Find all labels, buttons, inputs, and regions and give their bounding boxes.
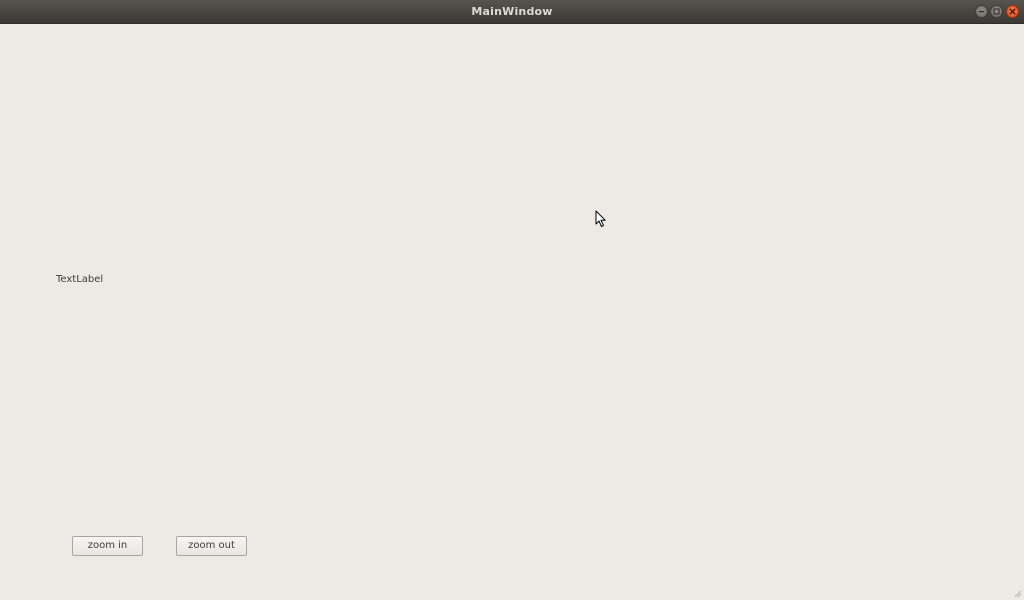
close-icon — [1009, 8, 1016, 15]
window-title: MainWindow — [471, 5, 553, 18]
maximize-icon — [993, 8, 1000, 15]
minimize-icon — [979, 11, 984, 13]
zoom-in-button[interactable]: zoom in — [72, 536, 143, 556]
maximize-button[interactable] — [990, 5, 1003, 18]
main-window: MainWindow TextLabel zoom in zoom out — [0, 0, 1024, 600]
title-bar[interactable]: MainWindow — [0, 0, 1024, 24]
zoom-out-button[interactable]: zoom out — [176, 536, 247, 556]
mouse-pointer-icon — [595, 210, 606, 227]
close-button[interactable] — [1006, 5, 1019, 18]
minimize-button[interactable] — [975, 5, 988, 18]
resize-grip-icon[interactable] — [1014, 590, 1022, 598]
text-label: TextLabel — [56, 274, 104, 285]
